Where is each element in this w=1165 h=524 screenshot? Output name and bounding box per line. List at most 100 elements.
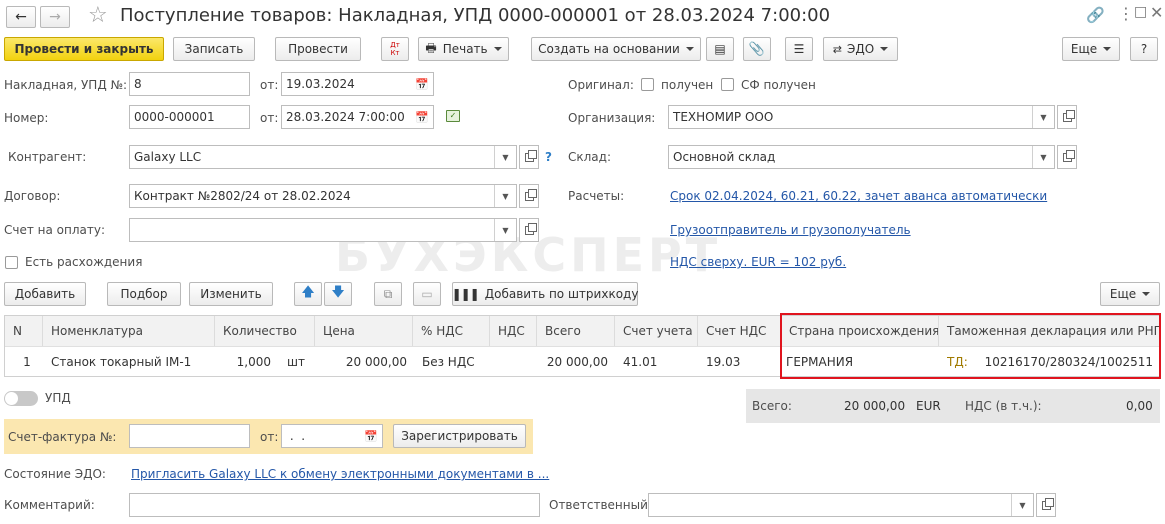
favorite-star-icon[interactable]: ☆: [88, 3, 108, 28]
row-vat-account[interactable]: 19.03: [706, 347, 776, 376]
create-based-on-button[interactable]: Создать на основании: [531, 37, 701, 61]
document-number-input[interactable]: 0000-000001: [129, 105, 250, 129]
forward-button[interactable]: →: [40, 6, 70, 28]
column-header[interactable]: Счет учета: [615, 316, 698, 346]
dt-kt-button[interactable]: Дт Кт: [381, 37, 409, 61]
invoice-number-input[interactable]: 8: [129, 72, 250, 96]
row-quantity[interactable]: 1,000: [215, 347, 271, 376]
settlements-link[interactable]: Срок 02.04.2024, 60.21, 60.22, зачет ава…: [670, 189, 1047, 203]
edo-button[interactable]: ⇄ ЭДО: [823, 37, 898, 61]
invoice-sf-date-input[interactable]: . . 📅: [281, 424, 383, 448]
warehouse-input[interactable]: Основной склад ▼: [668, 145, 1055, 169]
column-header[interactable]: Счет НДС: [698, 316, 781, 346]
more-button[interactable]: Еще: [1062, 37, 1120, 61]
contract-open-button[interactable]: [519, 184, 539, 208]
edit-row-button[interactable]: Изменить: [189, 282, 273, 306]
column-header[interactable]: Всего: [537, 316, 615, 346]
post-and-close-button[interactable]: Провести и закрыть: [4, 37, 164, 61]
responsible-input[interactable]: ▼: [648, 493, 1034, 517]
comment-input[interactable]: [129, 493, 540, 517]
organization-open-button[interactable]: [1057, 105, 1077, 129]
chevron-down-icon[interactable]: ▼: [1032, 146, 1054, 168]
structure-button[interactable]: ▤: [706, 37, 734, 61]
sf-received-checkbox[interactable]: [721, 78, 734, 91]
row-item[interactable]: Станок токарный IM-1: [51, 347, 211, 376]
chevron-down-icon: [685, 47, 694, 51]
counterparty-help-icon[interactable]: ?: [545, 150, 552, 164]
help-button[interactable]: ?: [1130, 37, 1158, 61]
invoice-date-input[interactable]: 19.03.2024 📅: [281, 72, 434, 96]
close-icon[interactable]: ✕: [1150, 3, 1163, 22]
payment-account-open-button[interactable]: [519, 218, 539, 242]
original-received-checkbox[interactable]: [641, 78, 654, 91]
organization-input[interactable]: ТЕХНОМИР ООО ▼: [668, 105, 1055, 129]
responsible-open-button[interactable]: [1036, 493, 1056, 517]
invoice-date-label: от:: [260, 78, 279, 92]
move-up-button[interactable]: 🡅: [294, 282, 322, 306]
save-button[interactable]: Записать: [173, 37, 255, 61]
row-account[interactable]: 41.01: [623, 347, 693, 376]
payment-account-input[interactable]: ▼: [129, 218, 517, 242]
post-button[interactable]: Провести: [275, 37, 361, 61]
shipper-consignee-link[interactable]: Грузоотправитель и грузополучатель: [670, 223, 911, 237]
warehouse-label: Склад:: [568, 150, 611, 164]
add-row-button[interactable]: Добавить: [4, 282, 86, 306]
arrow-right-icon: →: [49, 9, 61, 25]
toggle-knob: [5, 392, 18, 405]
restore-icon[interactable]: □: [1134, 4, 1147, 20]
edo-icon: ⇄: [832, 42, 842, 56]
column-header[interactable]: N: [5, 316, 43, 346]
discrepancy-checkbox[interactable]: [5, 256, 18, 269]
invoice-sf-number-input[interactable]: [129, 424, 250, 448]
paste-row-button[interactable]: ▭: [413, 282, 441, 306]
counterparty-input[interactable]: Galaxy LLC ▼: [129, 145, 517, 169]
invoice-sf-label: Счет-фактура №:: [8, 430, 117, 444]
chevron-down-icon[interactable]: ▼: [494, 219, 516, 241]
calendar-icon[interactable]: 📅: [411, 106, 433, 128]
page-title: Поступление товаров: Накладная, УПД 0000…: [120, 5, 831, 26]
move-down-button[interactable]: 🡇: [324, 282, 352, 306]
select-items-button[interactable]: Подбор: [107, 282, 181, 306]
column-header[interactable]: % НДС: [413, 316, 490, 346]
link-icon[interactable]: 🔗: [1086, 6, 1105, 24]
upd-toggle[interactable]: [4, 391, 38, 406]
edo-invite-link[interactable]: Пригласить Galaxy LLC к обмену электронн…: [131, 467, 549, 481]
counterparty-open-button[interactable]: [519, 145, 539, 169]
column-header[interactable]: Номенклатура: [43, 316, 215, 346]
warehouse-open-button[interactable]: [1057, 145, 1077, 169]
document-icon: ☰: [793, 42, 805, 56]
register-button[interactable]: Зарегистрировать: [393, 424, 526, 448]
column-header[interactable]: Количество: [215, 316, 315, 346]
open-icon: [1062, 109, 1075, 122]
row-unit[interactable]: шт: [287, 347, 311, 376]
row-price[interactable]: 20 000,00: [315, 347, 407, 376]
print-button[interactable]: 🖶 Печать: [418, 37, 509, 61]
row-vat-rate[interactable]: Без НДС: [422, 347, 488, 376]
original-received-label: получен: [661, 78, 714, 92]
open-icon: [1062, 149, 1075, 162]
calendar-icon[interactable]: 📅: [411, 73, 433, 95]
row-total[interactable]: 20 000,00: [537, 347, 608, 376]
table-more-button[interactable]: Еще: [1100, 282, 1160, 306]
chevron-down-icon[interactable]: ▼: [1011, 494, 1033, 516]
column-header[interactable]: Цена: [315, 316, 413, 346]
chevron-down-icon[interactable]: ▼: [494, 146, 516, 168]
copy-row-button[interactable]: ⧉: [374, 282, 402, 306]
back-button[interactable]: ←: [6, 6, 36, 28]
contract-input[interactable]: Контракт №2802/24 от 28.02.2024 ▼: [129, 184, 517, 208]
kebab-menu-icon[interactable]: ⋮: [1118, 4, 1134, 23]
organization-label: Организация:: [568, 111, 656, 125]
edit-number-icon[interactable]: ✓: [446, 110, 460, 122]
calendar-icon[interactable]: 📅: [360, 425, 382, 447]
attach-button[interactable]: 📎: [743, 37, 771, 61]
report-button[interactable]: ☰: [785, 37, 813, 61]
vat-currency-link[interactable]: НДС сверху. EUR = 102 руб.: [670, 255, 846, 269]
row-vat[interactable]: [490, 347, 534, 376]
document-date-input[interactable]: 28.03.2024 7:00:00 📅: [281, 105, 434, 129]
chevron-down-icon[interactable]: ▼: [1032, 106, 1054, 128]
column-header[interactable]: НДС: [490, 316, 537, 346]
chevron-down-icon[interactable]: ▼: [494, 185, 516, 207]
arrow-up-icon: 🡅: [301, 285, 315, 300]
settlements-label: Расчеты:: [568, 189, 625, 203]
add-by-barcode-button[interactable]: ❚❚❚ Добавить по штрихкоду: [452, 282, 638, 306]
